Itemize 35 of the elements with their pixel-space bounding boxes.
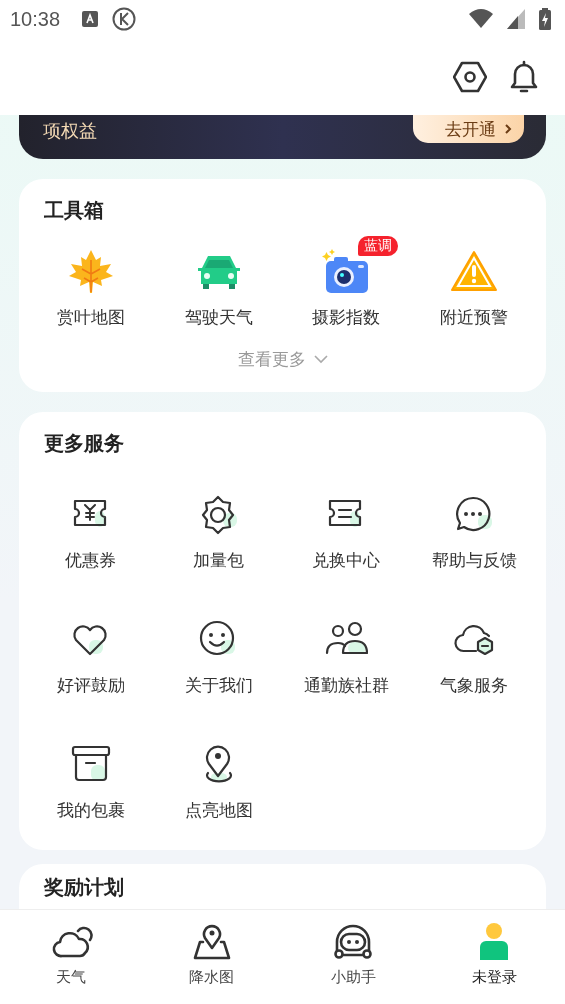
chevron-down-icon: [313, 355, 328, 364]
tab-item[interactable]: 降水图: [141, 910, 283, 1004]
service-item[interactable]: 点亮地图: [154, 729, 283, 822]
warning-icon: [451, 250, 498, 292]
tool-item[interactable]: 赏叶地图: [27, 236, 155, 329]
service-item[interactable]: 优惠券: [27, 479, 155, 572]
settings-icon[interactable]: [453, 60, 487, 93]
activate-button[interactable]: 去开通: [413, 115, 524, 143]
tool-badge: 蓝调: [357, 236, 398, 256]
rewards-title: 奖励计划: [44, 874, 125, 901]
notification-bell-icon[interactable]: [509, 59, 539, 94]
service-item[interactable]: 好评鼓励: [27, 604, 155, 697]
chevron-right-icon: [504, 124, 512, 134]
service-item[interactable]: 关于我们: [154, 604, 283, 697]
service-item[interactable]: 我的包裹: [27, 729, 155, 822]
tab-item[interactable]: 天气: [0, 910, 142, 1004]
tool-item[interactable]: 附近预警: [410, 236, 538, 329]
status-time: 10:38: [10, 7, 61, 31]
vip-benefits-text: 项权益: [43, 119, 97, 143]
wifi-icon: [469, 9, 493, 29]
tool-item[interactable]: 蓝调 摄影指数: [282, 236, 411, 329]
service-item[interactable]: 通勤族社群: [282, 604, 411, 697]
signal-icon: [507, 9, 525, 29]
tab-item[interactable]: 未登录: [423, 910, 565, 1004]
tool-item[interactable]: 驾驶天气: [154, 236, 283, 329]
service-item[interactable]: 气象服务: [410, 604, 538, 697]
service-item[interactable]: 帮助与反馈: [410, 479, 538, 572]
keyboard-icon: [82, 11, 99, 27]
toolbox-title: 工具箱: [44, 197, 105, 224]
battery-icon: [539, 8, 551, 30]
circle-k-icon: [112, 7, 137, 31]
service-item[interactable]: 兑换中心: [282, 479, 411, 572]
service-item[interactable]: 加量包: [154, 479, 283, 572]
services-title: 更多服务: [44, 430, 125, 457]
tab-item[interactable]: 小助手: [282, 910, 424, 1004]
